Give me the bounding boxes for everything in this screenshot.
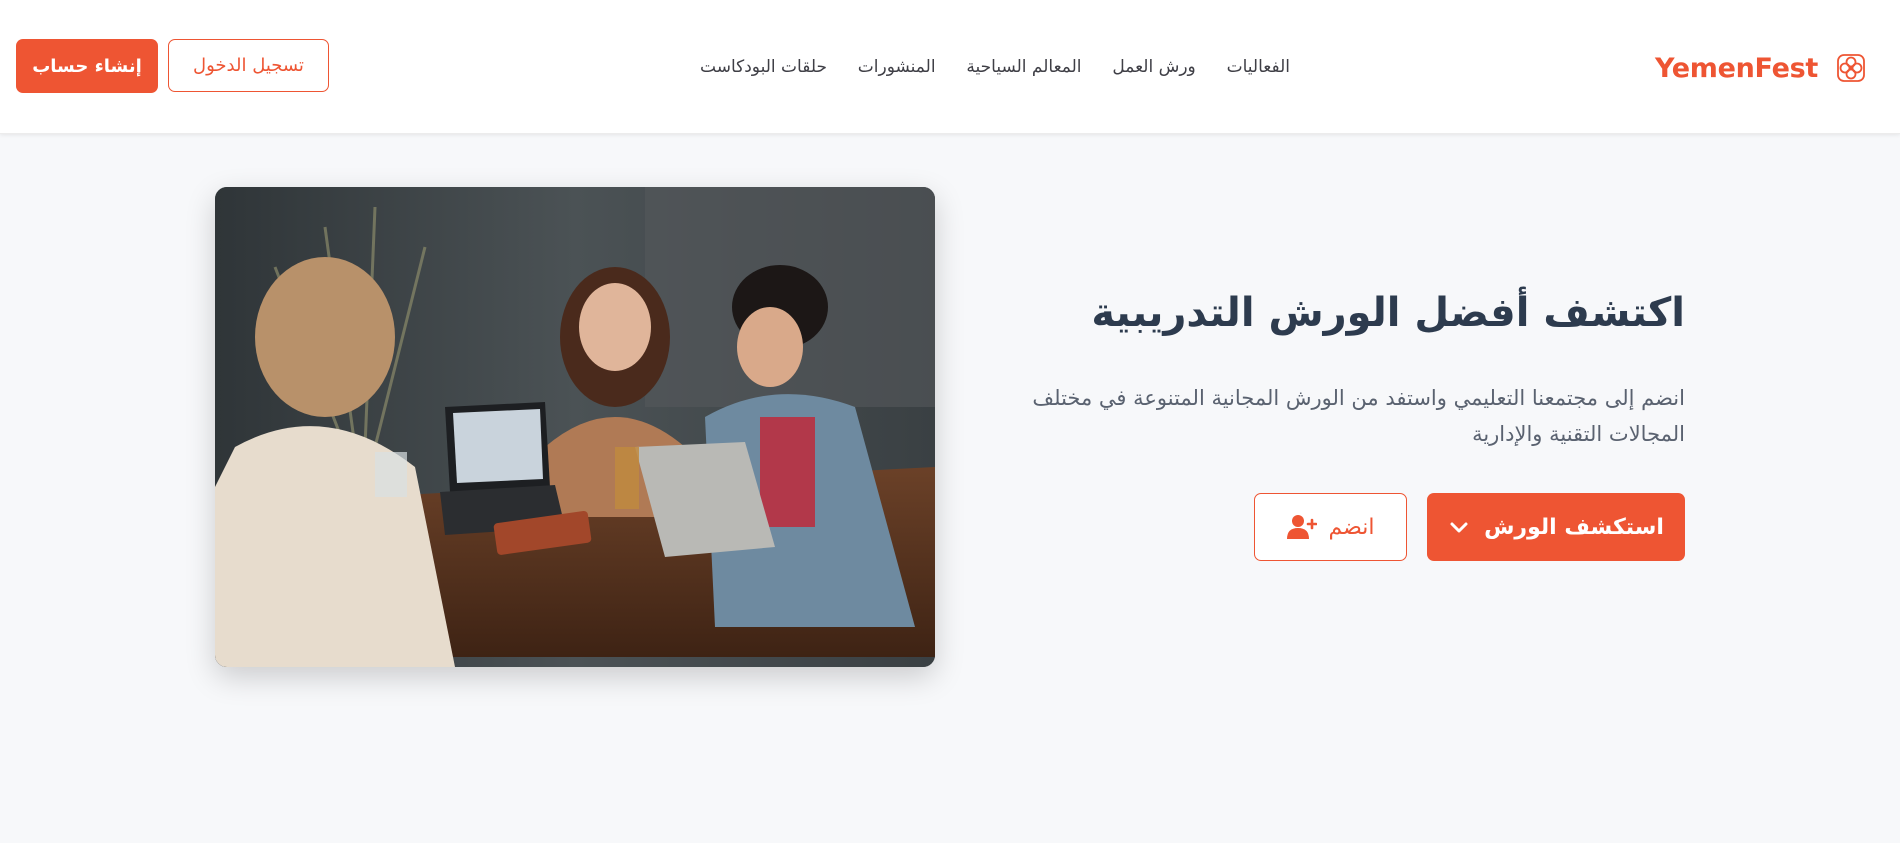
nav-link-posts[interactable]: المنشورات <box>858 57 936 77</box>
flower-logo-icon <box>1837 54 1865 82</box>
signup-button[interactable]: إنشاء حساب <box>16 39 158 93</box>
join-button[interactable]: انضم <box>1254 493 1407 561</box>
explore-button-label: استكشف الورش <box>1484 514 1664 540</box>
main-nav: الفعاليات ورش العمل المعالم السياحية الم… <box>700 52 1290 82</box>
chevron-down-icon <box>1450 522 1468 533</box>
nav-link-landmarks[interactable]: المعالم السياحية <box>966 57 1081 77</box>
people-working-on-laptops-photo <box>215 187 935 667</box>
site-header: YemenFest الفعاليات ورش العمل المعالم ال… <box>0 0 1900 134</box>
nav-link-events[interactable]: الفعاليات <box>1227 57 1290 77</box>
hero-photo <box>215 187 935 667</box>
brand[interactable]: YemenFest <box>1655 46 1868 90</box>
nav-link-workshops[interactable]: ورش العمل <box>1112 57 1195 77</box>
hero-title: اكتشف أفضل الورش التدريبية <box>1091 290 1685 336</box>
brand-name: YemenFest <box>1655 52 1818 84</box>
explore-workshops-button[interactable]: استكشف الورش <box>1427 493 1685 561</box>
join-button-label: انضم <box>1328 514 1375 540</box>
hero-description: انضم إلى مجتمعنا التعليمي واستفد من الور… <box>1032 386 1685 446</box>
user-plus-icon <box>1286 515 1317 539</box>
nav-link-podcasts[interactable]: حلقات البودكاست <box>700 57 827 77</box>
login-button[interactable]: تسجيل الدخول <box>168 39 329 92</box>
